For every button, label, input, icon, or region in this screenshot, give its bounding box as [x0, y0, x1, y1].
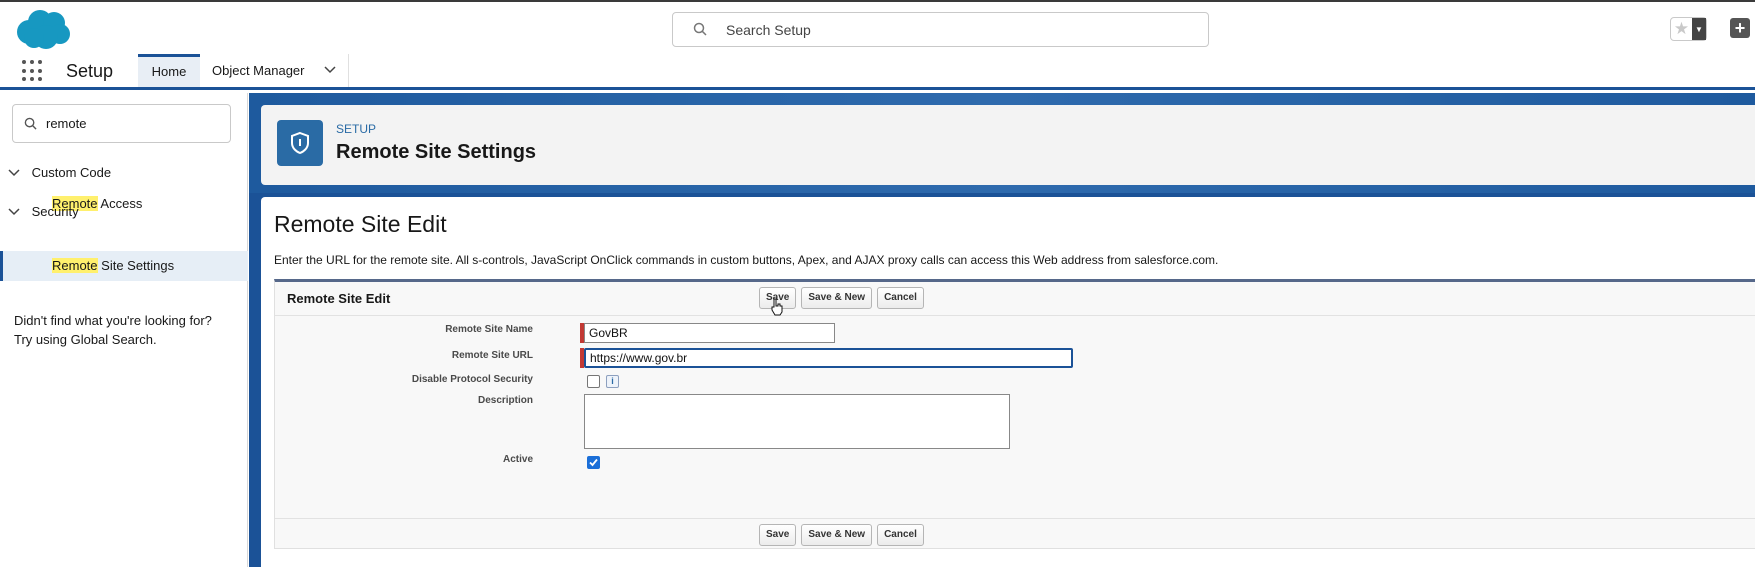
star-icon[interactable]: ★ [1671, 18, 1692, 40]
setup-tree-sidebar: remote Custom Code Remote Access Securit… [0, 93, 248, 567]
tab-object-manager[interactable]: Object Manager [200, 54, 349, 87]
remote-site-name-label: Remote Site Name [445, 324, 533, 335]
page-header: SETUP Remote Site Settings [261, 105, 1755, 185]
disable-protocol-security-checkbox[interactable] [587, 375, 600, 388]
tree-node-label: Custom Code [31, 165, 112, 180]
not-found-line: Didn't find what you're looking for? [14, 313, 212, 328]
tree-item-label: Site Settings [97, 258, 175, 273]
remote-site-name-input[interactable] [584, 323, 835, 343]
block-header: Remote Site Edit Save Save & New Cancel [275, 282, 1755, 316]
plus-icon[interactable]: + [1730, 18, 1750, 38]
chevron-down-icon[interactable] [324, 66, 336, 74]
block-title: Remote Site Edit [287, 291, 391, 306]
global-header: Search Setup ★ ▼ + [0, 0, 1755, 54]
not-found-hint: Didn't find what you're looking for? Try… [14, 311, 212, 349]
app-nav-bar: Setup Home Object Manager [0, 54, 1755, 90]
cancel-button[interactable]: Cancel [877, 524, 924, 546]
app-launcher-icon[interactable] [22, 60, 44, 82]
disable-protocol-security-label: Disable Protocol Security [411, 374, 533, 385]
cancel-button[interactable]: Cancel [877, 287, 924, 309]
caret-down-icon[interactable]: ▼ [1692, 18, 1706, 40]
cloud-logo[interactable] [14, 8, 72, 50]
info-icon[interactable]: i [606, 375, 619, 388]
quick-find-value: remote [46, 116, 87, 131]
save-new-button[interactable]: Save & New [801, 524, 873, 546]
global-search[interactable]: Search Setup [672, 12, 1209, 47]
tree-node-custom-code[interactable]: Custom Code [8, 165, 111, 180]
bottom-button-row: Save Save & New Cancel [759, 524, 924, 546]
description-textarea[interactable] [584, 394, 1010, 449]
save-new-button[interactable]: Save & New [801, 287, 873, 309]
block-footer: Save Save & New Cancel [275, 518, 1755, 552]
remote-site-url-input[interactable] [584, 348, 1073, 368]
search-icon [24, 117, 37, 130]
tree-node-security[interactable]: Security [8, 204, 79, 219]
page-header-eyebrow: SETUP [336, 122, 377, 136]
page-body: Remote Site Edit Enter the URL for the r… [261, 197, 1755, 567]
tab-object-manager-label: Object Manager [212, 63, 305, 78]
chevron-down-icon[interactable] [8, 208, 20, 216]
tree-node-label: Security [31, 204, 79, 219]
search-match-highlight: Remote [52, 258, 98, 273]
chevron-down-icon[interactable] [8, 169, 20, 177]
page-title: Remote Site Settings [336, 141, 537, 163]
tree-item-remote-site-settings[interactable]: Remote Site Settings [0, 251, 248, 281]
active-label: Active [502, 454, 533, 465]
remote-site-url-label: Remote Site URL [451, 350, 533, 361]
intro-text: Enter the URL for the remote site. All s… [274, 253, 1219, 267]
app-name: Setup [66, 61, 114, 81]
edit-block: Remote Site Edit Save Save & New Cancel … [274, 279, 1755, 549]
not-found-line: Try using Global Search. [14, 332, 157, 347]
tab-home[interactable]: Home [138, 54, 200, 87]
main-content: SETUP Remote Site Settings Remote Site E… [249, 93, 1755, 567]
search-placeholder: Search Setup [726, 22, 811, 38]
tree-item-label: Access [97, 196, 143, 211]
search-icon [693, 22, 707, 36]
save-button[interactable]: Save [759, 524, 797, 546]
hand-cursor-icon [771, 298, 783, 316]
favorites-button[interactable]: ★ ▼ [1670, 17, 1707, 41]
checkmark-icon [589, 458, 598, 467]
quick-find-input[interactable]: remote [12, 104, 231, 143]
shield-icon [277, 120, 323, 166]
description-label: Description [477, 395, 533, 406]
edit-title: Remote Site Edit [274, 211, 447, 237]
active-checkbox[interactable] [587, 456, 600, 469]
